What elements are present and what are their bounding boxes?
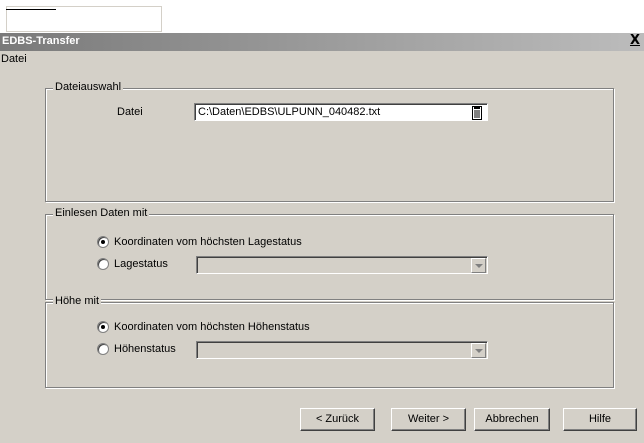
window-title: EDBS-Transfer [2, 35, 80, 47]
cancel-button[interactable]: Abbrechen [474, 408, 550, 431]
radio-label: Koordinaten vom höchsten Lagestatus [114, 236, 302, 248]
dialog-content: Dateiauswahl Datei C:\Daten\EDBS\ULPUNN_… [0, 68, 644, 443]
radio-label: Koordinaten vom höchsten Höhenstatus [114, 321, 310, 333]
menu-item-datei[interactable]: Datei [1, 53, 27, 65]
radio-highest-hoehenstatus[interactable]: Koordinaten vom höchsten Höhenstatus [97, 321, 310, 333]
hoehenstatus-combo[interactable] [196, 341, 488, 359]
read-data-legend: Einlesen Daten mit [53, 207, 150, 219]
radio-button[interactable] [97, 236, 109, 248]
title-bar[interactable]: EDBS-Transfer X [0, 33, 644, 51]
edbs-transfer-window: EDBS-Transfer X Datei Dateiauswahl Datei… [0, 33, 644, 443]
file-path-field[interactable]: C:\Daten\EDBS\ULPUNN_040482.txt [194, 103, 488, 121]
file-selection-legend: Dateiauswahl [53, 81, 124, 93]
radio-label: Höhenstatus [114, 343, 176, 355]
chevron-down-icon[interactable] [471, 343, 486, 358]
chevron-down-icon[interactable] [471, 258, 486, 273]
file-path-value: C:\Daten\EDBS\ULPUNN_040482.txt [198, 106, 381, 118]
radio-label: Lagestatus [114, 258, 168, 270]
radio-lagestatus[interactable]: Lagestatus [97, 258, 168, 270]
height-legend: Höhe mit [53, 295, 102, 307]
menu-bar: Datei [0, 51, 644, 68]
radio-hoehenstatus[interactable]: Höhenstatus [97, 343, 176, 355]
lagestatus-combo[interactable] [196, 256, 488, 274]
document-icon[interactable] [471, 106, 485, 120]
file-label: Datei [117, 106, 143, 118]
back-button[interactable]: < Zurück [300, 408, 375, 431]
close-icon[interactable]: X [628, 34, 642, 48]
radio-highest-lagestatus[interactable]: Koordinaten vom höchsten Lagestatus [97, 236, 302, 248]
radio-button[interactable] [97, 258, 109, 270]
help-button[interactable]: Hilfe [563, 408, 637, 431]
radio-button[interactable] [97, 343, 109, 355]
background-underline [6, 9, 56, 10]
radio-button[interactable] [97, 321, 109, 333]
next-button[interactable]: Weiter > [391, 408, 466, 431]
